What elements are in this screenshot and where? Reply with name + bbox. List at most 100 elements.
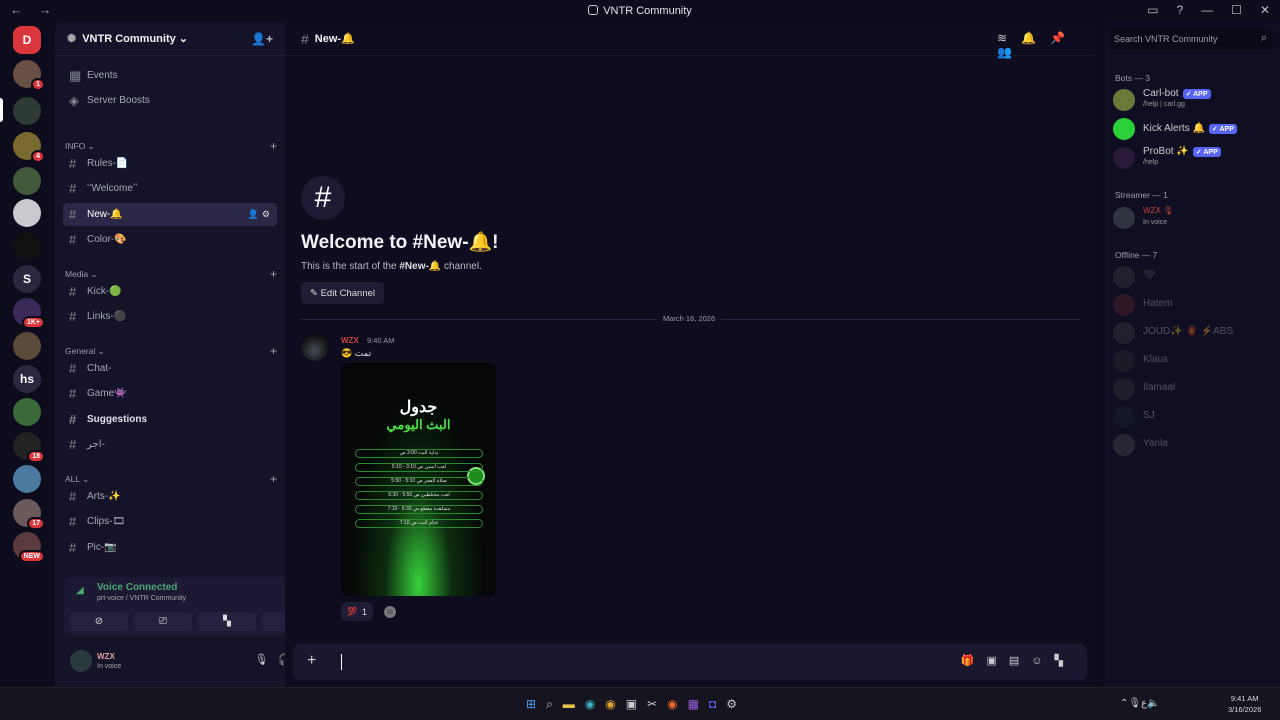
add-member-icon[interactable]: 👤+ [251, 32, 273, 46]
server-icon[interactable]: NEW [13, 532, 45, 563]
window-controls[interactable]: ▭ ? — ☐ ✕ [1147, 3, 1270, 17]
server-icon[interactable] [13, 232, 41, 260]
add-channel-icon[interactable]: + [270, 139, 277, 153]
member-list-icon[interactable]: 👥 [997, 45, 1026, 59]
member-wzx[interactable]: WZX 🎙 In voice [1113, 204, 1275, 232]
channel-chat[interactable]: # Chat- [63, 357, 277, 380]
add-channel-icon[interactable]: + [270, 267, 277, 281]
add-reaction-icon[interactable]: ☺ [384, 606, 396, 618]
message-composer[interactable]: + 🎁▣▤☺▚ [293, 644, 1087, 680]
member-carl-bot[interactable]: Carl-bot ✓ APP /help | carl.gg [1113, 86, 1275, 114]
channel-clips[interactable]: # Clips-🎞 [63, 510, 277, 533]
category-general[interactable]: General ⌄ + [65, 344, 277, 358]
server-icon[interactable]: S [13, 265, 41, 293]
server-name[interactable]: VNTR Community ⌄ [82, 32, 188, 45]
server-header[interactable]: ✺ VNTR Community ⌄ 👤+ [55, 22, 285, 56]
app-icon[interactable]: ▣ [626, 697, 647, 711]
server-icon[interactable] [13, 332, 41, 360]
channel-rules[interactable]: # Rules-📄 [63, 152, 277, 175]
category-media[interactable]: Media ⌄ + [65, 267, 277, 281]
speaker-icon[interactable]: 🔈 [1147, 698, 1159, 709]
mic-icon[interactable]: 🎙 [1128, 698, 1141, 709]
minimize-button[interactable]: — [1201, 3, 1213, 17]
channel-welcome[interactable]: # ʻʻWelcomeʼʼ [63, 177, 277, 200]
add-channel-icon[interactable]: + [270, 344, 277, 358]
settings-icon[interactable]: ⚙ [726, 697, 747, 711]
close-button[interactable]: ✕ [1260, 3, 1270, 17]
server-icon[interactable]: 1K+ [13, 298, 45, 329]
user-name[interactable]: WZX [97, 652, 115, 661]
member-probot[interactable]: ProBot ✨ ✓ APP /help [1113, 144, 1275, 172]
events-link[interactable]: ▦ Events [63, 64, 277, 87]
server-icon[interactable] [13, 199, 41, 227]
windows-start-icon[interactable]: ⊞ [526, 697, 546, 711]
avatar[interactable] [70, 650, 92, 672]
server-icon[interactable]: 18 [13, 432, 45, 463]
gif-icon[interactable]: ▣ [986, 655, 1008, 667]
emoji-icon[interactable]: ☺ [1031, 655, 1054, 667]
edit-channel-button[interactable]: ✎ Edit Channel [301, 282, 384, 304]
gift-icon[interactable]: 🎁 [961, 655, 987, 667]
channel-arts[interactable]: # Arts-✨ [63, 485, 277, 508]
channel-new[interactable]: # New-🔔 👤⚙ [63, 203, 277, 226]
channel-ajr[interactable]: # اجر- [63, 433, 277, 456]
app-icon[interactable]: ▦ [688, 697, 709, 711]
chrome-icon[interactable]: ◉ [605, 697, 625, 711]
reaction-chip[interactable]: 💯 1 [341, 602, 373, 621]
server-icon[interactable]: 1 [13, 60, 45, 91]
member-offline[interactable]: SJ [1113, 403, 1275, 431]
attach-plus-icon[interactable]: + [307, 652, 316, 670]
edge-icon[interactable]: ◉ [585, 697, 605, 711]
clock[interactable]: 9:41 AM 3/16/2026 [1228, 693, 1261, 715]
member-offline[interactable]: Ilamaal [1113, 375, 1275, 403]
channel-game[interactable]: # Game👾 [63, 382, 277, 405]
inbox-icon[interactable]: ▭ [1147, 3, 1158, 17]
member-offline[interactable]: 🖤 [1113, 263, 1275, 291]
member-offline[interactable]: Yanla [1113, 431, 1275, 459]
apps-icon[interactable]: ▚ [1055, 655, 1075, 667]
bell-icon[interactable]: 🔔 [1021, 31, 1050, 45]
member-kick-alerts[interactable]: Kick Alerts 🔔 ✓ APP [1113, 115, 1275, 143]
member-offline[interactable]: Klaus [1113, 347, 1275, 375]
help-icon[interactable]: ? [1176, 3, 1183, 17]
voice-status[interactable]: Voice Connected [97, 582, 177, 593]
channel-suggestions[interactable]: # Suggestions [63, 408, 277, 431]
server-icon[interactable] [13, 465, 41, 493]
server-icon[interactable] [13, 97, 41, 125]
screen-share-button[interactable]: ⎚ [134, 612, 192, 631]
server-icon[interactable] [13, 167, 41, 195]
message-avatar[interactable] [301, 334, 328, 361]
folder-icon[interactable]: ▬ [563, 697, 585, 711]
message-author[interactable]: WZX [341, 336, 359, 345]
search-icon[interactable]: ⌕ [546, 697, 563, 711]
server-icon[interactable] [13, 398, 41, 426]
category-info[interactable]: INFO ⌄ + [65, 139, 277, 153]
search-input[interactable]: Search VNTR Community ⌕ [1110, 28, 1273, 50]
member-offline[interactable]: Hatem [1113, 291, 1275, 319]
server-icon[interactable]: D [13, 26, 41, 54]
channel-settings-icon[interactable]: 👤⚙ [248, 209, 273, 220]
firefox-icon[interactable]: ◉ [667, 697, 687, 711]
category-all[interactable]: ALL ⌄ + [65, 472, 277, 486]
discord-taskbar-icon[interactable]: ◘ [709, 697, 726, 711]
pin-icon[interactable]: 📌 [1050, 31, 1079, 45]
voice-location[interactable]: prt-voice / VNTR Community [97, 595, 186, 602]
message-image[interactable]: جدول البث اليومي بداية البث 3:00 ص لعب أس… [341, 363, 496, 596]
maximize-button[interactable]: ☐ [1231, 3, 1242, 17]
microphone-icon[interactable]: 🎙 [254, 654, 278, 666]
camera-button[interactable]: ⊘ [70, 612, 128, 631]
server-icon[interactable]: hs [13, 365, 41, 393]
channel-kick[interactable]: # Kick-🟢 [63, 280, 277, 303]
threads-icon[interactable]: ≋ [997, 31, 1021, 45]
server-icon[interactable]: 17 [13, 499, 45, 530]
capcut-icon[interactable]: ✂ [647, 697, 667, 711]
member-offline[interactable]: JOUD✨ 🏮 ⚡ABS [1113, 319, 1275, 347]
channel-links[interactable]: # Links-⚫ [63, 305, 277, 328]
sticker-icon[interactable]: ▤ [1009, 655, 1031, 667]
add-channel-icon[interactable]: + [270, 472, 277, 486]
server-icon[interactable]: 4 [13, 132, 45, 163]
server-boosts-link[interactable]: ◈ Server Boosts [63, 89, 277, 112]
activities-button[interactable]: ▚ [198, 612, 256, 631]
channel-color[interactable]: # Color-🎨 [63, 228, 277, 251]
channel-pic[interactable]: # Pic-📷 [63, 536, 277, 559]
